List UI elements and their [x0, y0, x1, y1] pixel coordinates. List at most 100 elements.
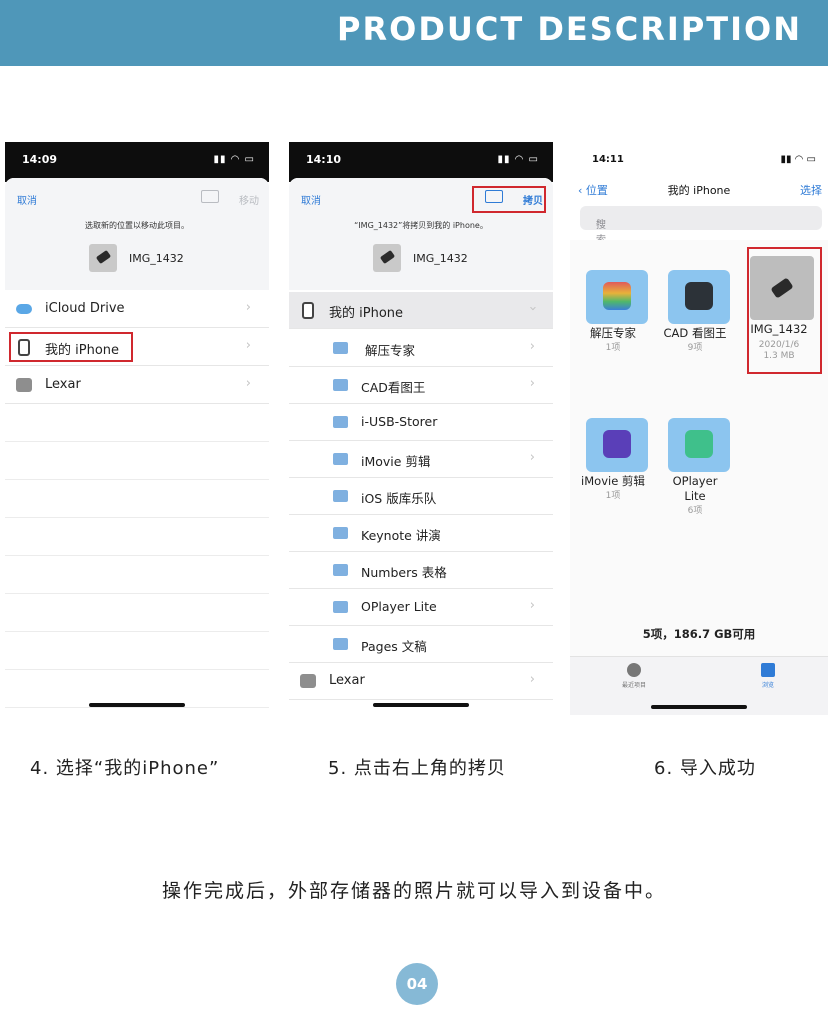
iphone-icon	[302, 302, 314, 319]
folder-label: Keynote 讲演	[361, 528, 441, 543]
clock-icon	[627, 663, 641, 677]
signal-wifi-battery-icon: ▮▮ ◠ ▭	[780, 154, 816, 165]
folder-icon	[668, 418, 730, 472]
location-lexar[interactable]: Lexar ›	[289, 663, 553, 700]
folder-row[interactable]: iMovie 剪辑 ›	[289, 441, 553, 478]
copy-sheet: 取消 拷贝 “IMG_1432”将拷贝到我的 iPhone。 IMG_1432 …	[289, 178, 553, 715]
highlight-box	[9, 332, 133, 362]
oplayer-app-icon	[685, 430, 713, 458]
banner-title: PRODUCT DESCRIPTION	[337, 10, 802, 48]
tab-browse[interactable]: 浏览	[738, 663, 798, 689]
chevron-right-icon: ›	[529, 672, 535, 687]
file-name: IMG_1432	[129, 252, 184, 265]
tab-label: 浏览	[761, 682, 774, 689]
tab-label: 最近项目	[621, 682, 646, 689]
file-name: IMG_1432	[413, 252, 468, 265]
status-time: 14:11	[592, 154, 624, 165]
empty-row	[5, 633, 269, 670]
new-folder-icon[interactable]	[201, 190, 219, 203]
folder-row[interactable]: i-USB-Storer	[289, 404, 553, 441]
folder-icon	[333, 564, 348, 576]
folder-label: i-USB-Storer	[361, 414, 438, 429]
tile-name-line2: Lite	[684, 489, 706, 503]
home-indicator	[373, 703, 469, 707]
home-indicator	[651, 705, 747, 709]
folder-label: OPlayer Lite	[361, 599, 437, 614]
status-time: 14:10	[306, 153, 342, 166]
move-sheet: 取消 移动 选取新的位置以移动此项目。 IMG_1432 iCloud Driv…	[5, 178, 269, 715]
chevron-right-icon: ›	[529, 598, 535, 613]
status-time: 14:09	[22, 153, 58, 166]
copy-hint: “IMG_1432”将拷贝到我的 iPhone。	[354, 221, 488, 230]
folder-row[interactable]: OPlayer Lite ›	[289, 589, 553, 626]
footer-note: 操作完成后，外部存储器的照片就可以导入到设备中。	[161, 880, 666, 902]
cloud-icon	[16, 304, 32, 314]
page-title: 我的 iPhone	[667, 184, 731, 197]
home-indicator	[89, 703, 185, 707]
file-thumbnail	[373, 244, 401, 272]
folder-row[interactable]: Pages 文稿	[289, 626, 553, 663]
highlight-box	[472, 186, 546, 213]
imovie-app-icon	[603, 430, 631, 458]
status-bar: 14:09 ▮▮ ◠ ▭	[5, 142, 269, 182]
storage-summary: 5项，186.7 GB可用	[642, 627, 756, 641]
folder-label: Pages 文稿	[361, 639, 427, 654]
empty-row	[5, 557, 269, 594]
location-lexar[interactable]: Lexar ›	[5, 367, 269, 404]
chevron-right-icon: ›	[245, 300, 251, 315]
folder-icon	[333, 527, 348, 539]
folder-icon	[668, 270, 730, 324]
folder-row[interactable]: CAD看图王 ›	[289, 367, 553, 404]
select-button[interactable]: 选择	[800, 182, 822, 198]
folder-label: 解压专家	[365, 343, 416, 358]
phone-screenshot-step5: 14:10 ▮▮ ◠ ▭ 取消 拷贝 “IMG_1432”将拷贝到我的 iPho…	[289, 142, 553, 715]
move-button[interactable]: 移动	[239, 192, 259, 207]
empty-row	[5, 519, 269, 556]
empty-row	[5, 405, 269, 442]
tile-name: iMovie 剪辑	[581, 474, 645, 488]
folder-icon	[586, 418, 648, 472]
highlight-box	[747, 247, 822, 374]
sheet-header: 取消 移动 选取新的位置以移动此项目。 IMG_1432	[5, 178, 269, 290]
folder-row[interactable]: 解压专家 ›	[289, 330, 553, 367]
location-label: Lexar	[45, 377, 81, 392]
location-my-iphone[interactable]: 我的 iPhone ›	[289, 292, 553, 329]
search-field[interactable]: ⌕ 搜索	[580, 206, 822, 246]
file-preview: IMG_1432	[5, 244, 269, 274]
folder-icon	[586, 270, 648, 324]
location-icloud-drive[interactable]: iCloud Drive ›	[5, 291, 269, 328]
usb-drive-icon	[300, 674, 316, 688]
folder-icon	[333, 342, 348, 354]
folder-label: CAD看图王	[361, 380, 426, 395]
chevron-down-icon: ›	[524, 305, 540, 312]
header-banner: PRODUCT DESCRIPTION	[0, 0, 828, 66]
folder-icon	[333, 416, 348, 428]
move-hint: 选取新的位置以移动此项目。	[85, 221, 189, 230]
empty-row	[5, 481, 269, 518]
location-label: 我的 iPhone	[329, 306, 404, 321]
folder-icon	[333, 601, 348, 613]
tile-meta: 9项	[687, 343, 703, 353]
tile-name: CAD 看图王	[663, 326, 727, 340]
folder-icon	[333, 490, 348, 502]
tile-name: 解压专家	[590, 326, 636, 340]
folder-icon	[333, 638, 348, 650]
location-label: iCloud Drive	[45, 301, 125, 316]
cancel-button[interactable]: 取消	[301, 192, 321, 207]
phone-screenshot-step4: 14:09 ▮▮ ◠ ▭ 取消 移动 选取新的位置以移动此项目。 IMG_143…	[5, 142, 269, 715]
caption-step6: 6. 导入成功	[654, 758, 756, 779]
file-preview: IMG_1432	[289, 244, 553, 274]
folder-icon	[761, 663, 775, 677]
tab-recent[interactable]: 最近项目	[604, 663, 664, 689]
tile-meta: 1项	[605, 491, 621, 501]
caption-step5: 5. 点击右上角的拷贝	[328, 758, 506, 779]
caption-step4: 4. 选择“我的iPhone”	[30, 758, 220, 779]
folder-row[interactable]: iOS 版库乐队	[289, 478, 553, 515]
folder-row[interactable]: Numbers 表格	[289, 552, 553, 589]
folder-row[interactable]: Keynote 讲演	[289, 515, 553, 552]
tile-meta: 1项	[605, 343, 621, 353]
signal-wifi-battery-icon: ▮▮ ◠ ▭	[213, 154, 255, 165]
tile-meta: 6项	[687, 506, 703, 516]
location-label: Lexar	[329, 673, 365, 688]
cancel-button[interactable]: 取消	[17, 192, 37, 207]
